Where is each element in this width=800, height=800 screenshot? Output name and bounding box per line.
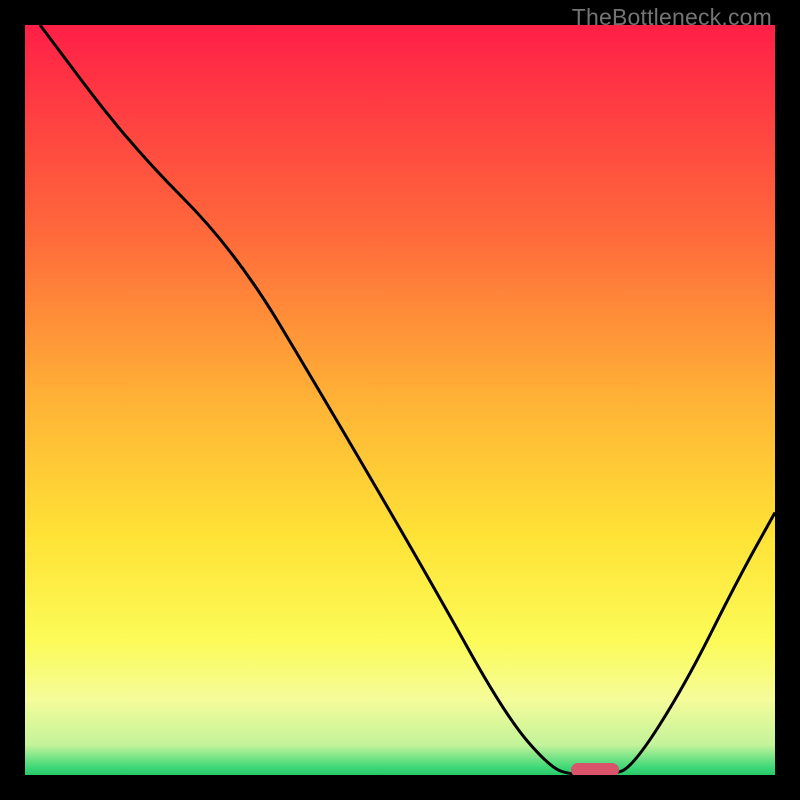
chart-frame: TheBottleneck.com [0, 0, 800, 800]
optimal-range-marker [571, 763, 619, 775]
bottleneck-curve [40, 25, 775, 775]
plot-area [25, 25, 775, 775]
curve-layer [25, 25, 775, 775]
